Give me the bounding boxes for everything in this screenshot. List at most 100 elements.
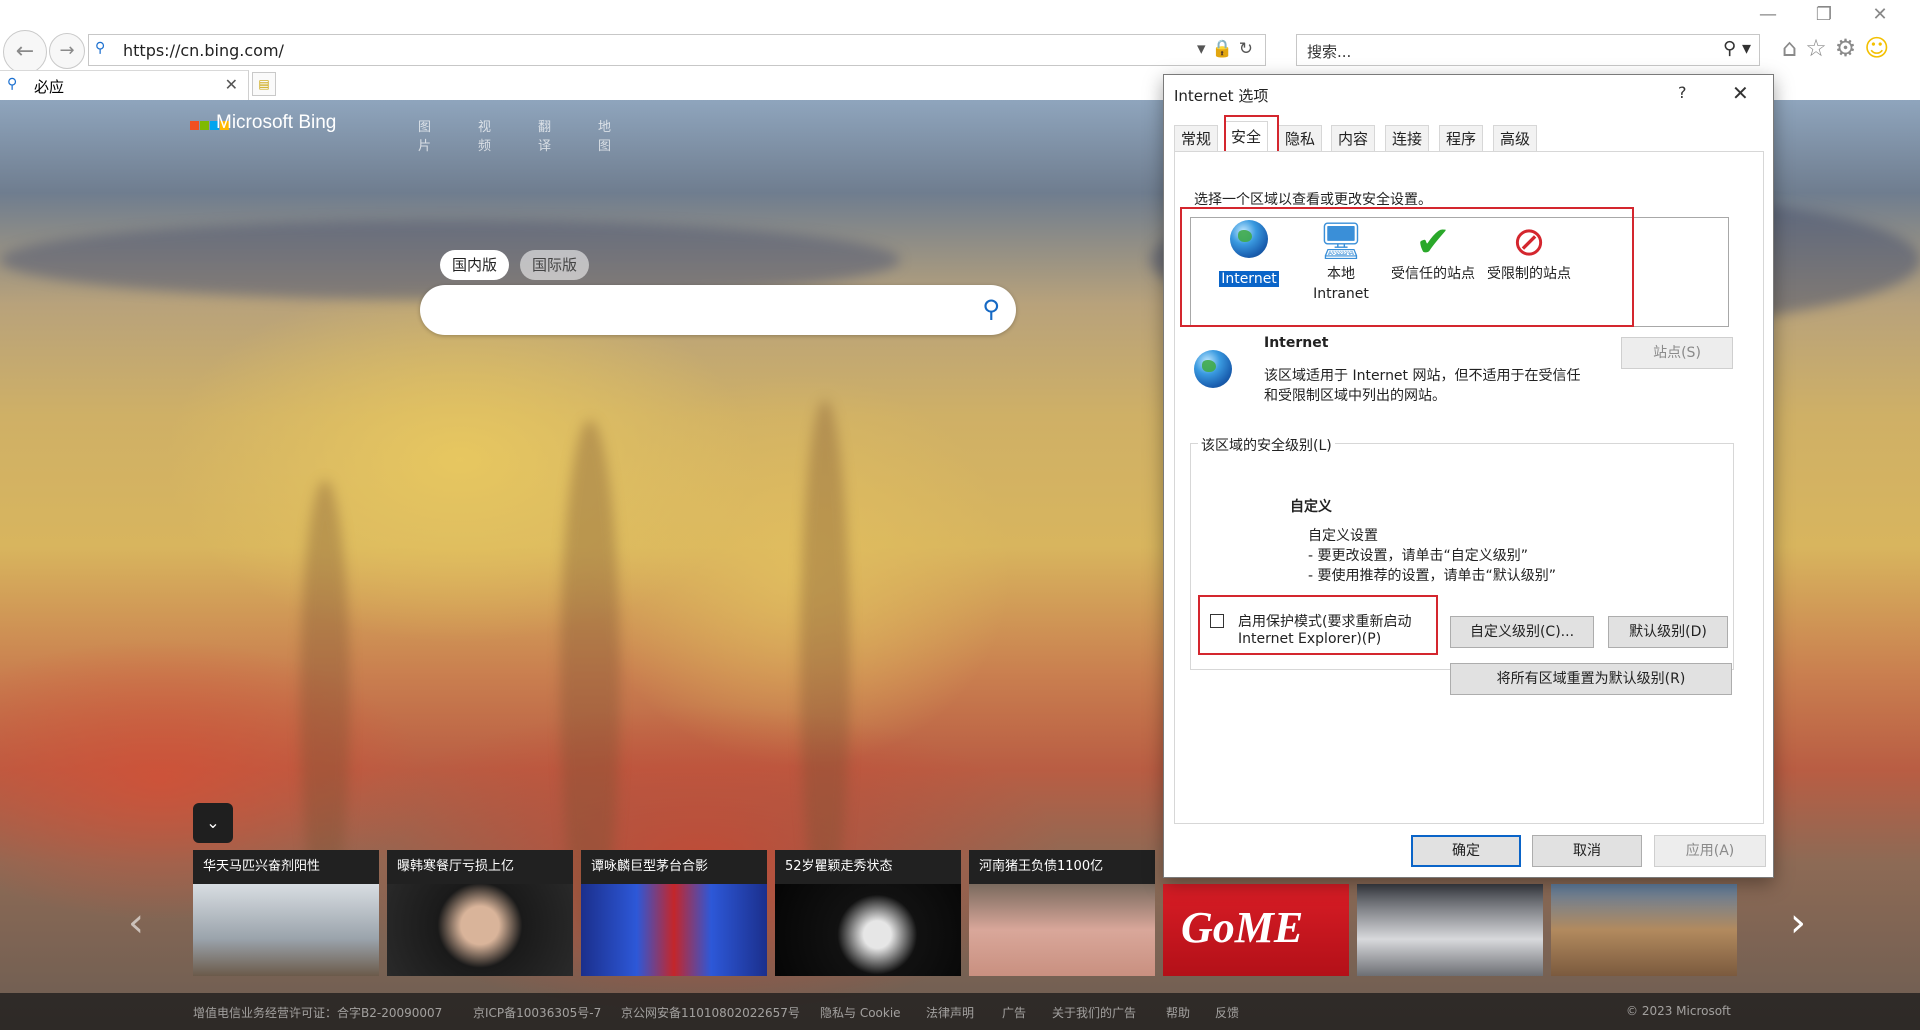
tab-advanced[interactable]: 高级 xyxy=(1493,125,1538,151)
close-icon[interactable]: ✕ xyxy=(1732,81,1749,105)
news-card[interactable]: 河南猪王负债1100亿 xyxy=(969,850,1155,976)
zone-prompt: 选择一个区域以查看或更改安全设置。 xyxy=(1194,192,1432,208)
new-tab-button[interactable]: ▤ xyxy=(252,72,276,96)
tab-general[interactable]: 常规 xyxy=(1174,125,1219,151)
apply-button[interactable]: 应用(A) xyxy=(1654,835,1766,867)
zone-description-1: 该区域适用于 Internet 网站，但不适用于在受信任 xyxy=(1264,368,1581,384)
protected-mode-label-2[interactable]: Internet Explorer)(P) xyxy=(1238,631,1381,647)
news-card-image xyxy=(581,884,767,976)
footer-icp[interactable]: 京ICP备10036305号-7 xyxy=(473,1004,601,1021)
bing-footer: 增值电信业务经营许可证：合字B2-20090007 京ICP备10036305号… xyxy=(0,993,1920,1030)
minimize-icon[interactable]: — xyxy=(1748,4,1788,25)
footer-police[interactable]: 京公网安备11010802022657号 xyxy=(621,1004,800,1021)
footer-help[interactable]: 帮助 xyxy=(1166,1004,1190,1021)
footer-legal[interactable]: 法律声明 xyxy=(926,1004,974,1021)
tab-programs[interactable]: 程序 xyxy=(1439,125,1484,151)
footer-license[interactable]: 增值电信业务经营许可证：合字B2-20090007 xyxy=(193,1004,442,1021)
smiley-feedback-icon[interactable]: ☺ xyxy=(1864,34,1889,62)
zone-restricted-sites[interactable]: ⊘ 受限制的站点 xyxy=(1483,218,1575,284)
gome-logo: GoME xyxy=(1181,903,1304,952)
zone-heading: Internet xyxy=(1264,335,1329,351)
news-card[interactable] xyxy=(1357,884,1543,976)
news-card[interactable]: 52岁瞿颖走秀状态 xyxy=(775,850,961,976)
region-cn-button[interactable]: 国内版 xyxy=(440,250,510,280)
zone-internet[interactable]: Internet xyxy=(1203,218,1295,289)
gear-icon[interactable]: ⚙ xyxy=(1835,34,1857,62)
news-card[interactable]: 华天马匹兴奋剂阳性 xyxy=(193,850,379,976)
browser-tab[interactable]: ⚲ 必应 ✕ xyxy=(0,70,249,100)
help-icon[interactable]: ? xyxy=(1678,83,1687,102)
tab-privacy[interactable]: 隐私 xyxy=(1278,125,1323,151)
news-card[interactable]: GoME xyxy=(1163,884,1349,976)
tab-close-icon[interactable]: ✕ xyxy=(225,75,238,94)
search-icon: ⚲ xyxy=(7,76,18,92)
tab-connections[interactable]: 连接 xyxy=(1385,125,1430,151)
zone-trusted-sites[interactable]: ✔ 受信任的站点 xyxy=(1387,218,1479,284)
news-card-title: 52岁瞿颖走秀状态 xyxy=(775,850,961,884)
refresh-icon[interactable]: ↻ xyxy=(1239,39,1259,59)
region-intl-button[interactable]: 国际版 xyxy=(520,250,590,280)
news-card-image xyxy=(387,884,573,976)
nav-videos[interactable]: 视频 xyxy=(478,116,491,154)
news-card-image xyxy=(775,884,961,976)
favorites-star-icon[interactable]: ☆ xyxy=(1805,34,1827,62)
news-card[interactable] xyxy=(1551,884,1737,976)
close-icon[interactable]: ✕ xyxy=(1860,4,1900,25)
search-icon[interactable]: ⚲ xyxy=(982,295,1000,323)
footer-privacy[interactable]: 隐私与 Cookie xyxy=(820,1004,901,1021)
zone-description-2: 和受限制区域中列出的网站。 xyxy=(1264,388,1446,404)
bing-logo[interactable]: Microsoft Bing xyxy=(190,112,336,134)
forward-arrow-icon: → xyxy=(59,40,75,61)
custom-level-button[interactable]: 自定义级别(C)... xyxy=(1450,616,1594,648)
microsoft-logo-icon xyxy=(190,121,229,130)
lock-icon[interactable]: 🔒 xyxy=(1212,39,1239,59)
footer-ads[interactable]: 广告 xyxy=(1002,1004,1026,1021)
security-level-label: 该区域的安全级别(L) xyxy=(1198,435,1335,455)
security-level-line-1: 自定义设置 xyxy=(1308,528,1378,544)
protected-mode-label-1[interactable]: 启用保护模式(要求重新启动 xyxy=(1238,611,1411,631)
carousel-next-icon[interactable]: › xyxy=(1790,900,1806,946)
bing-search-input[interactable]: ⚲ xyxy=(420,285,1016,335)
protected-mode-checkbox[interactable] xyxy=(1210,614,1224,628)
back-button[interactable]: ← xyxy=(3,30,47,74)
news-card-title: 河南猪王负债1100亿 xyxy=(969,850,1155,884)
news-card[interactable]: 曝韩寒餐厅亏损上亿 xyxy=(387,850,573,976)
new-tab-icon: ▤ xyxy=(258,77,270,91)
security-level-line-2: - 要更改设置，请单击“自定义级别” xyxy=(1308,548,1529,564)
intranet-computer-icon: 🖥 xyxy=(1318,221,1364,262)
address-bar[interactable]: ⚲ https://cn.bing.com/ ▾🔒↻ xyxy=(88,34,1266,66)
carousel-prev-icon[interactable]: ‹ xyxy=(128,900,144,946)
tab-content[interactable]: 内容 xyxy=(1331,125,1376,151)
news-card[interactable]: 谭咏麟巨型茅台合影 xyxy=(581,850,767,976)
zone-local-intranet[interactable]: 🖥 本地 Intranet xyxy=(1295,218,1387,304)
search-icon: ⚲ xyxy=(95,40,106,56)
globe-icon xyxy=(1194,350,1232,392)
security-level-name: 自定义 xyxy=(1290,499,1332,515)
back-arrow-icon: ← xyxy=(15,39,35,64)
nav-translate[interactable]: 翻译 xyxy=(538,116,551,154)
browser-search-box[interactable]: 搜索... ⚲ ▾ xyxy=(1296,34,1760,66)
default-level-button[interactable]: 默认级别(D) xyxy=(1608,616,1728,648)
tab-security[interactable]: 安全 xyxy=(1224,121,1269,151)
ok-button[interactable]: 确定 xyxy=(1411,835,1521,867)
sites-button[interactable]: 站点(S) xyxy=(1621,337,1733,369)
news-card-title: 谭咏麟巨型茅台合影 xyxy=(581,850,767,884)
footer-about-ads[interactable]: 关于我们的广告 xyxy=(1052,1004,1136,1021)
checkmark-icon: ✔ xyxy=(1415,217,1451,266)
restore-icon[interactable]: ❐ xyxy=(1804,4,1844,25)
home-icon[interactable]: ⌂ xyxy=(1782,34,1797,62)
search-icon[interactable]: ⚲ ▾ xyxy=(1723,38,1751,59)
internet-options-dialog: Internet 选项 ? ✕ 常规 安全 隐私 内容 连接 程序 高级 选择一… xyxy=(1163,74,1774,878)
tab-title: 必应 xyxy=(34,78,65,96)
news-card-title: 曝韩寒餐厅亏损上亿 xyxy=(387,850,573,884)
nav-maps[interactable]: 地图 xyxy=(598,116,611,154)
reset-all-zones-button[interactable]: 将所有区域重置为默认级别(R) xyxy=(1450,663,1732,695)
forward-button[interactable]: → xyxy=(49,33,85,69)
nav-images[interactable]: 图片 xyxy=(418,116,431,154)
dropdown-icon[interactable]: ▾ xyxy=(1197,39,1212,59)
chevron-down-icon: ⌄ xyxy=(206,813,220,832)
collapse-button[interactable]: ⌄ xyxy=(193,803,233,843)
address-text[interactable]: https://cn.bing.com/ xyxy=(123,41,284,60)
footer-feedback[interactable]: 反馈 xyxy=(1215,1004,1239,1021)
cancel-button[interactable]: 取消 xyxy=(1532,835,1642,867)
